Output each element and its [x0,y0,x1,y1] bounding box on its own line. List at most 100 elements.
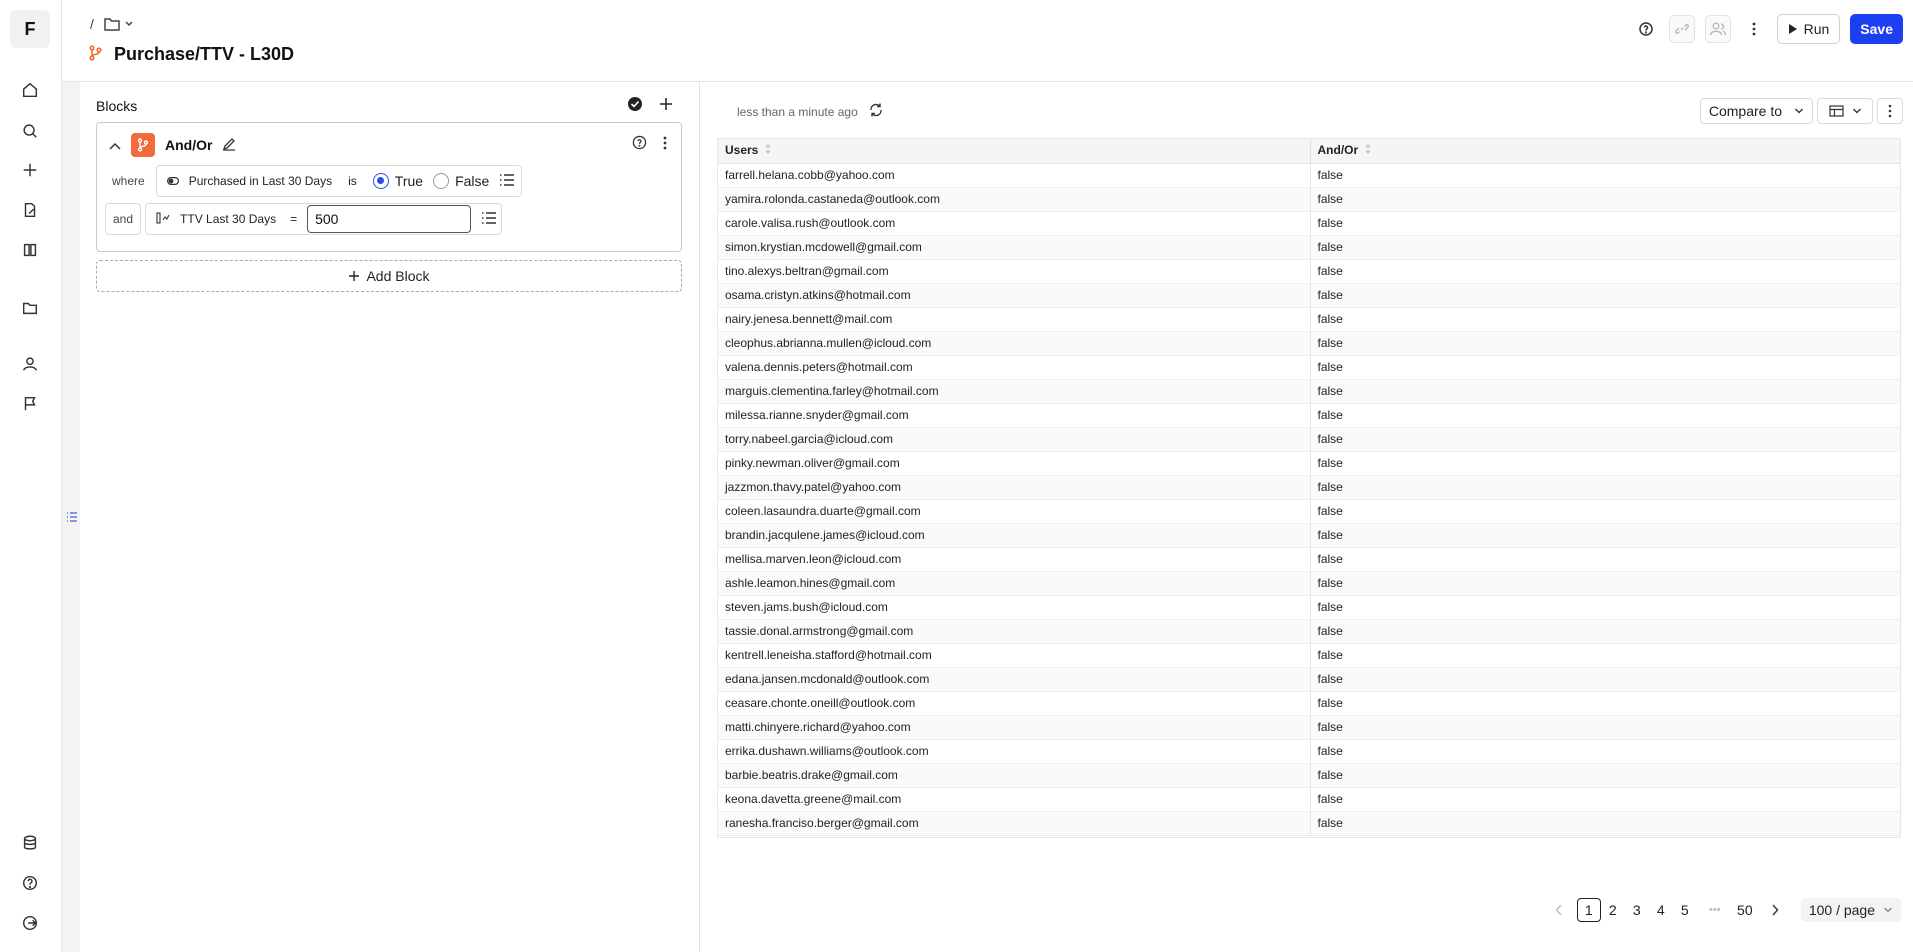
next-page-icon[interactable] [1763,898,1787,922]
run-button[interactable]: Run [1776,14,1841,44]
table-row[interactable]: steven.jams.bush@icloud.com false [718,595,1900,620]
database-icon[interactable] [20,833,40,853]
column-header[interactable]: And/Or [1310,139,1900,164]
user-icon[interactable] [20,354,40,374]
column-header[interactable]: Users [718,139,1311,164]
help-icon[interactable] [1633,15,1659,43]
folder-icon[interactable] [104,17,134,31]
table-row[interactable]: keona.davetta.greene@mail.com false [718,787,1900,812]
more-options-button[interactable] [1877,98,1903,124]
table-row[interactable]: edana.jansen.mcdonald@outlook.com false [718,667,1900,692]
table-row[interactable]: yamira.rolonda.castaneda@outlook.com fals… [718,187,1900,212]
folder-icon[interactable] [20,298,40,318]
table-row[interactable]: pinky.newman.oliver@gmail.com false [718,451,1900,476]
updated-text: less than a minute ago [737,104,858,119]
chevron-up-icon[interactable] [109,138,121,153]
value-input[interactable] [307,205,472,233]
page-5[interactable]: 5 [1673,898,1697,922]
check-circle-icon[interactable] [627,96,643,115]
list-icon[interactable] [481,211,497,228]
add-block-label: Add Block [366,268,430,284]
table-row[interactable]: jazzmon.thavy.patel@yahoo.com false [718,475,1900,500]
condition-field[interactable]: TTV Last 30 Days [180,212,276,226]
table-row[interactable]: ceasare.chonte.oneill@outlook.com false [718,691,1900,716]
link-icon[interactable] [1668,15,1695,43]
more-vertical-icon[interactable] [1741,15,1767,43]
results-table[interactable]: Users And/Or farrell.helana.cobb@yahoo.co… [717,138,1901,838]
table-row[interactable]: simon.krystian.mcdowell@gmail.com false [718,235,1900,260]
table-row[interactable]: shaquala.magdalen.orr@hotmail.comfalse [718,835,1900,837]
page-1[interactable]: 1 [1576,898,1601,922]
page-size-select[interactable]: 100 / page [1800,898,1901,922]
pencil-icon[interactable] [222,137,236,154]
help-icon[interactable] [632,135,647,153]
table-row[interactable]: valena.dennis.peters@hotmail.com false [718,355,1900,380]
page-2[interactable]: 2 [1601,898,1625,922]
user-cell: ranesha.franciso.berger@gmail.com [718,811,1311,836]
help-icon[interactable] [20,873,40,893]
table-row[interactable]: farrell.helana.cobb@yahoo.com false [718,163,1900,188]
add-icon[interactable] [659,97,673,114]
add-block-button[interactable]: Add Block [96,260,682,292]
table-row[interactable]: ashle.leamon.hines@gmail.com false [718,571,1900,596]
table-row[interactable]: coleen.lasaundra.duarte@gmail.com false [718,499,1900,524]
user-cell: simon.krystian.mcdowell@gmail.com [718,235,1311,260]
table-row[interactable]: brandin.jacqulene.james@icloud.com false [718,523,1900,548]
sort-icon[interactable] [764,143,772,158]
table-row[interactable]: nairy.jenesa.bennett@mail.com false [718,307,1900,332]
table-row[interactable]: kentrell.leneisha.stafford@hotmail.com fa… [718,643,1900,668]
table-row[interactable]: tassie.donal.armstrong@gmail.com false [718,619,1900,644]
page-last[interactable]: 50 [1733,898,1757,922]
logout-icon[interactable] [20,913,40,933]
book-icon[interactable] [20,240,40,260]
table-row[interactable]: mellisa.marven.leon@icloud.com false [718,547,1900,572]
table-row[interactable]: tino.alexys.beltran@gmail.com false [718,259,1900,284]
false-radio[interactable] [433,173,450,189]
value-cell: false [1310,163,1900,188]
table-row[interactable]: marguis.clementina.farley@hotmail.com fal… [718,379,1900,404]
user-cell: brandin.jacqulene.james@icloud.com [718,523,1311,548]
list-icon[interactable] [499,173,515,190]
table-row[interactable]: osama.cristyn.atkins@hotmail.com false [718,283,1900,308]
share-users-icon[interactable] [1704,15,1731,43]
value-cell: false [1310,211,1900,236]
save-button[interactable]: Save [1850,14,1903,44]
refresh-icon[interactable] [868,102,884,121]
page-4[interactable]: 4 [1649,898,1673,922]
table-row[interactable]: milessa.rianne.snyder@gmail.com false [718,403,1900,428]
app-logo[interactable]: F [10,10,50,48]
user-cell: yamira.rolonda.castaneda@outlook.com [718,187,1311,212]
table-view-dropdown[interactable] [1817,98,1873,124]
table-row[interactable]: torry.nabeel.garcia@icloud.com false [718,427,1900,452]
pagination: 12345 ••• 50 100 / page [1547,898,1901,922]
value-cell: false [1310,403,1900,428]
page-ellipsis[interactable]: ••• [1703,898,1727,922]
table-row[interactable]: carole.valisa.rush@outlook.com false [718,211,1900,236]
value-cell: false [1310,763,1900,788]
table-row[interactable]: matti.chinyere.richard@yahoo.com false [718,715,1900,740]
search-icon[interactable] [20,121,40,141]
home-icon[interactable] [20,80,40,100]
condition-prefix[interactable]: and [105,203,142,235]
prev-page-icon[interactable] [1547,898,1571,922]
sort-icon[interactable] [1364,143,1372,158]
outline-list-icon[interactable] [66,511,78,526]
table-row[interactable]: ranesha.franciso.berger@gmail.com false [718,811,1900,836]
condition-operator[interactable]: = [290,212,297,226]
table-row[interactable]: cleophus.abrianna.mullen@icloud.com false [718,331,1900,356]
value-cell: false [1310,283,1900,308]
flag-icon[interactable] [20,394,40,414]
table-row[interactable]: barbie.beatris.drake@gmail.com false [718,763,1900,788]
table-row[interactable]: errika.dushawn.williams@outlook.com false [718,739,1900,764]
more-vertical-icon[interactable] [663,136,667,153]
user-cell: steven.jams.bush@icloud.com [718,595,1311,620]
true-radio[interactable] [372,173,389,189]
condition-field[interactable]: Purchased in Last 30 Days [189,174,332,188]
results-panel: less than a minute ago Compare to Users A… [701,82,1913,952]
edit-file-icon[interactable] [20,200,40,220]
compare-to-dropdown[interactable]: Compare to [1699,98,1813,124]
condition-operator[interactable]: is [348,174,357,188]
page-3[interactable]: 3 [1625,898,1649,922]
plus-icon[interactable] [20,160,40,180]
chevron-down-icon [1852,108,1861,114]
